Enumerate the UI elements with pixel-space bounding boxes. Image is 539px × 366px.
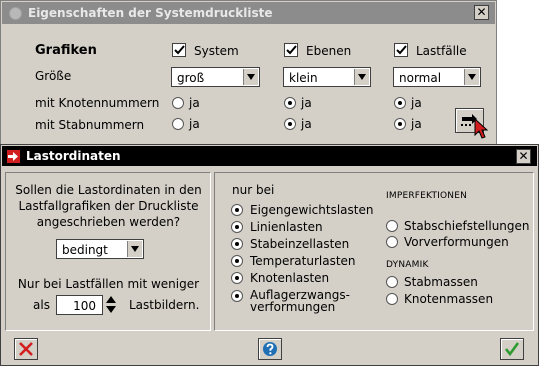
load-type-radio-eigengewicht[interactable] bbox=[231, 204, 243, 216]
lastfaelle-stab-radio-label: ja bbox=[411, 117, 422, 131]
system-stab-radio-label: ja bbox=[189, 117, 200, 131]
ok-button[interactable] bbox=[500, 338, 524, 360]
row-label-size: Größe bbox=[35, 69, 72, 83]
back-window-titlebar[interactable]: Eigenschaften der Systemdruckliste ✕ bbox=[2, 2, 495, 24]
chevron-down-icon bbox=[354, 69, 369, 85]
load-type-label-auflagerzwang-2: verformungen bbox=[250, 300, 336, 314]
question-line-1: Sollen die Lastordinaten in den bbox=[15, 183, 202, 197]
window-icon bbox=[9, 7, 22, 20]
load-type-label-knotenlasten: Knotenlasten bbox=[250, 271, 330, 285]
lastfaelle-knoten-radio[interactable] bbox=[394, 97, 406, 109]
chevron-down-icon bbox=[464, 69, 479, 85]
system-print-properties-window: Eigenschaften der Systemdruckliste ✕ Gra… bbox=[0, 0, 497, 148]
ebenen-stab-radio-label: ja bbox=[301, 117, 312, 131]
ebenen-knoten-radio[interactable] bbox=[284, 97, 296, 109]
dynamics-radio-stabmassen[interactable] bbox=[386, 276, 398, 288]
imperfections-heading: IMPERFEKTIONEN bbox=[386, 191, 468, 201]
load-type-label-eigengewicht: Eigengewichtslasten bbox=[250, 203, 374, 217]
question-line-3: angeschrieben werden? bbox=[36, 215, 181, 229]
checkmark-icon bbox=[504, 342, 520, 357]
limit-input[interactable]: 100 bbox=[56, 295, 103, 315]
imperfection-radio-vorverformungen[interactable] bbox=[386, 236, 398, 248]
dynamics-heading: DYNAMIK bbox=[386, 260, 429, 270]
lastfaelle-size-value: normal bbox=[399, 71, 442, 85]
system-checkbox[interactable] bbox=[172, 43, 186, 57]
cancel-button[interactable] bbox=[14, 338, 38, 360]
limit-suffix: Lastbildern. bbox=[129, 298, 200, 312]
only-for-label: nur bei bbox=[232, 183, 275, 197]
mode-value: bedingt bbox=[62, 243, 108, 257]
lastfaelle-size-select[interactable]: normal bbox=[393, 67, 481, 87]
mode-select[interactable]: bedingt bbox=[56, 239, 144, 259]
load-type-radio-linienlasten[interactable] bbox=[231, 221, 243, 233]
chevron-down-icon bbox=[127, 241, 142, 257]
load-type-radio-knotenlasten[interactable] bbox=[231, 272, 243, 284]
load-type-radio-temperaturlasten[interactable] bbox=[231, 255, 243, 267]
system-size-value: groß bbox=[177, 71, 205, 85]
dialog-title: Lastordinaten bbox=[26, 149, 121, 163]
question-line-2: Lastfallgrafiken der Druckliste bbox=[18, 199, 199, 213]
load-type-label-temperaturlasten: Temperaturlasten bbox=[250, 254, 356, 268]
system-size-select[interactable]: groß bbox=[171, 67, 260, 87]
spin-up-icon[interactable] bbox=[106, 296, 116, 303]
ebenen-checkbox[interactable] bbox=[284, 43, 298, 57]
system-knoten-radio[interactable] bbox=[172, 97, 184, 109]
checkmark-icon bbox=[174, 45, 185, 55]
row-label-knotennummern: mit Knotennummern bbox=[35, 96, 160, 110]
limit-prefix: als bbox=[33, 298, 50, 312]
lastfaelle-checkbox[interactable] bbox=[394, 43, 408, 57]
section-title-grafiken: Grafiken bbox=[35, 43, 97, 58]
ebenen-size-value: klein bbox=[289, 71, 318, 85]
row-label-stabnummern: mit Stabnummern bbox=[35, 118, 145, 132]
system-knoten-radio-label: ja bbox=[189, 96, 200, 110]
load-type-radio-auflagerzwang[interactable] bbox=[231, 290, 243, 302]
limit-spinner[interactable] bbox=[104, 295, 118, 315]
dynamics-label-stabmassen: Stabmassen bbox=[404, 275, 478, 289]
imperfection-label-vorverformungen: Vorverformungen bbox=[404, 235, 509, 249]
ebenen-stab-radio[interactable] bbox=[284, 118, 296, 130]
dialog-close-button[interactable]: ✕ bbox=[516, 149, 531, 164]
dynamics-radio-knotenmassen[interactable] bbox=[386, 293, 398, 305]
lastfaelle-stab-radio[interactable] bbox=[394, 118, 406, 130]
system-stab-radio[interactable] bbox=[172, 118, 184, 130]
mouse-cursor-icon bbox=[474, 118, 488, 139]
ebenen-size-select[interactable]: klein bbox=[283, 67, 371, 87]
lastfaelle-knoten-radio-label: ja bbox=[411, 96, 422, 110]
load-ordinates-dialog: Lastordinaten ✕ Sollen die Lastordinaten… bbox=[0, 144, 539, 366]
limit-text-line1: Nur bei Lastfällen mit weniger bbox=[17, 277, 200, 291]
checkmark-icon bbox=[286, 45, 297, 55]
back-window-title: Eigenschaften der Systemdruckliste bbox=[28, 6, 273, 20]
dynamics-label-knotenmassen: Knotenmassen bbox=[404, 292, 494, 306]
limit-value: 100 bbox=[73, 299, 96, 313]
close-icon bbox=[19, 342, 33, 356]
ebenen-knoten-radio-label: ja bbox=[301, 96, 312, 110]
spin-down-icon[interactable] bbox=[106, 306, 116, 313]
help-icon bbox=[263, 342, 277, 356]
system-checkbox-label: System bbox=[194, 44, 239, 58]
help-button[interactable] bbox=[258, 338, 282, 360]
lastfaelle-checkbox-label: Lastfälle bbox=[416, 44, 467, 58]
back-window-close-button[interactable]: ✕ bbox=[474, 5, 489, 20]
checkmark-icon bbox=[396, 45, 407, 55]
arrow-right-icon bbox=[7, 150, 20, 163]
imperfection-radio-stabschief[interactable] bbox=[386, 220, 398, 232]
imperfection-label-stabschief: Stabschiefstellungen bbox=[404, 219, 530, 233]
load-type-label-stabeinzellasten: Stabeinzellasten bbox=[250, 237, 350, 251]
load-type-radio-stabeinzellasten[interactable] bbox=[231, 238, 243, 250]
dialog-titlebar[interactable]: Lastordinaten ✕ bbox=[2, 146, 537, 166]
chevron-down-icon bbox=[243, 69, 258, 85]
ebenen-checkbox-label: Ebenen bbox=[306, 44, 352, 58]
load-type-label-linienlasten: Linienlasten bbox=[250, 220, 323, 234]
